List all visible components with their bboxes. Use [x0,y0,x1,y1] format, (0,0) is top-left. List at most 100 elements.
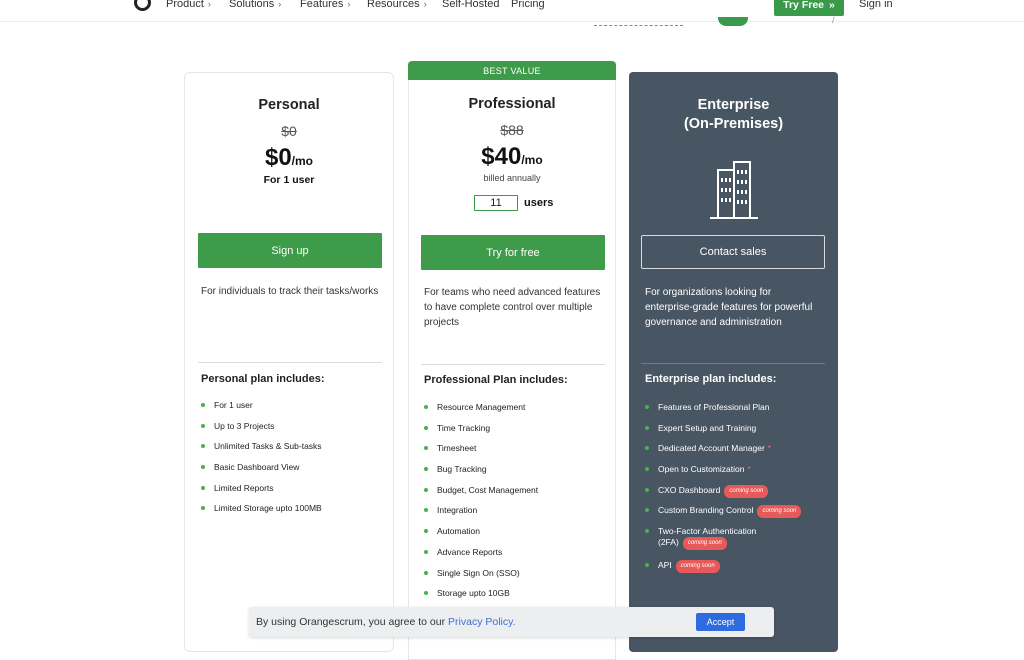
sign-in-link[interactable]: Sign in [859,0,893,10]
best-value-badge: BEST VALUE [408,61,616,80]
bullet-icon [424,508,428,513]
plan-card-professional: BEST VALUE Professional $88 $40/mo bille… [408,61,616,660]
bullet-icon [645,405,649,409]
bullet-icon [645,425,649,430]
feature-item: Time Tracking [424,423,538,444]
plan-title-line: (On-Premises) [683,116,784,132]
nav-features[interactable]: Features › [300,0,350,10]
feature-item: Custom Branding Control coming soon [645,505,802,526]
plan-title: Professional [468,96,556,112]
includes-title: Professional Plan includes: [424,374,568,386]
plan-description: For individuals to track their tasks/wor… [201,286,379,297]
feature-item: Budget, Cost Management [424,485,538,506]
cookie-message: By using Orangescrum, you agree to our P… [256,616,516,628]
accept-button[interactable]: Accept [696,613,745,631]
plan-subtitle: For 1 user [263,174,315,186]
orangescrum-logo[interactable] [134,0,151,11]
bullet-icon [645,508,649,513]
includes-title: Enterprise plan includes: [645,373,777,385]
try-free-button[interactable]: Try Free » [774,0,844,16]
coming-soon-badge: coming soon [724,484,769,498]
users-selector: users [474,195,553,211]
bullet-icon [645,487,649,492]
bullet-icon [201,403,205,407]
bullet-icon [645,446,649,451]
feature-text: Two-Factor Authentication [658,526,757,537]
double-chevron-right-icon: » [829,0,835,11]
feature-text: CXO Dashboard [658,484,721,495]
building-icon [710,161,758,219]
feature-list: Resource Management Time Tracking Timesh… [424,402,538,609]
top-navigation: Product › Solutions › Features › Resources ›… [0,0,1024,22]
users-count-input[interactable] [474,195,518,211]
plan-card-enterprise: Enterprise (On-Premises) Contact sales F… [629,72,838,652]
bullet-icon [424,425,428,430]
billing-toggle[interactable] [718,17,748,26]
chevron-right-icon: › [423,0,427,9]
privacy-policy-link[interactable]: Privacy Policy. [448,616,516,628]
sign-up-button[interactable]: Sign up [198,233,382,268]
coming-soon-badge: coming soon [682,537,727,551]
feature-item: CXO Dashboard coming soon [645,484,801,506]
original-price: $0 [281,123,297,139]
feature-text: API [658,560,672,571]
plan-price: $40/mo [409,143,615,171]
feature-text: Advance Reports [437,546,503,557]
feature-item: Dedicated Account Manager * [645,443,801,464]
nav-label: Features [300,0,344,10]
cookie-consent-banner: By using Orangescrum, you agree to our P… [249,607,774,637]
plan-description: For organizations looking for enterprise… [645,287,813,328]
nav-label: Product [166,0,204,10]
billing-note: billed annually [483,173,541,183]
divider [641,363,825,364]
feature-text: Basic Dashboard View [214,462,300,473]
feature-text: Time Tracking [437,422,491,433]
billing-selector-fragment[interactable] [594,25,683,26]
nav-solutions[interactable]: Solutions › [229,0,281,10]
nav-resources[interactable]: Resources › [367,0,427,10]
coming-soon-badge: coming soon [675,560,720,574]
bullet-icon [645,529,649,534]
bullet-icon [424,405,428,409]
feature-text: Automation [437,526,480,537]
nav-product[interactable]: Product › [166,0,211,10]
plan-description: For teams who need advanced features to … [424,287,601,328]
nav-label: Self-Hosted [442,0,500,10]
feature-list: Features of Professional Plan Expert Set… [645,402,802,581]
feature-text: Limited Reports [214,482,274,493]
contact-sales-button[interactable]: Contact sales [641,235,825,269]
chevron-right-icon: › [278,0,282,9]
chevron-right-icon: › [347,0,351,9]
feature-item: Timesheet [424,443,538,464]
coming-soon-badge: coming soon [757,505,802,519]
bullet-icon [424,529,428,534]
plan-card-body: Professional $88 $40/mo billed annually … [408,80,616,660]
plan-title: Personal [258,97,320,113]
chevron-right-icon: › [207,0,211,9]
bullet-icon [201,506,205,511]
bullet-icon [645,467,649,472]
feature-text: Bug Tracking [437,464,487,475]
nav-self-hosted[interactable]: Self-Hosted [442,0,499,10]
feature-text: Timesheet [437,443,477,454]
bullet-icon [645,563,649,568]
bullet-icon [424,467,428,472]
bullet-icon [201,444,205,449]
feature-text: Dedicated Account Manager [658,443,765,454]
feature-text: Resource Management [437,402,526,412]
price-amount: $0 [264,144,292,171]
plan-title: Enterprise (On-Premises) [629,96,838,134]
nav-label: Resources [367,0,420,10]
nav-label: Solutions [229,0,275,10]
try-for-free-button[interactable]: Try for free [421,235,605,270]
feature-text: Storage upto 10GB [437,588,510,599]
feature-text: (2FA) [658,537,679,548]
bullet-icon [201,485,205,490]
feature-item: API coming soon [645,560,801,581]
bullet-icon [424,487,428,492]
asterisk-marker: * [747,464,751,475]
feature-item: Basic Dashboard View [201,462,322,483]
feature-item: Automation [424,526,538,547]
feature-text: Up to 3 Projects [214,420,275,431]
nav-pricing[interactable]: Pricing [511,0,545,10]
